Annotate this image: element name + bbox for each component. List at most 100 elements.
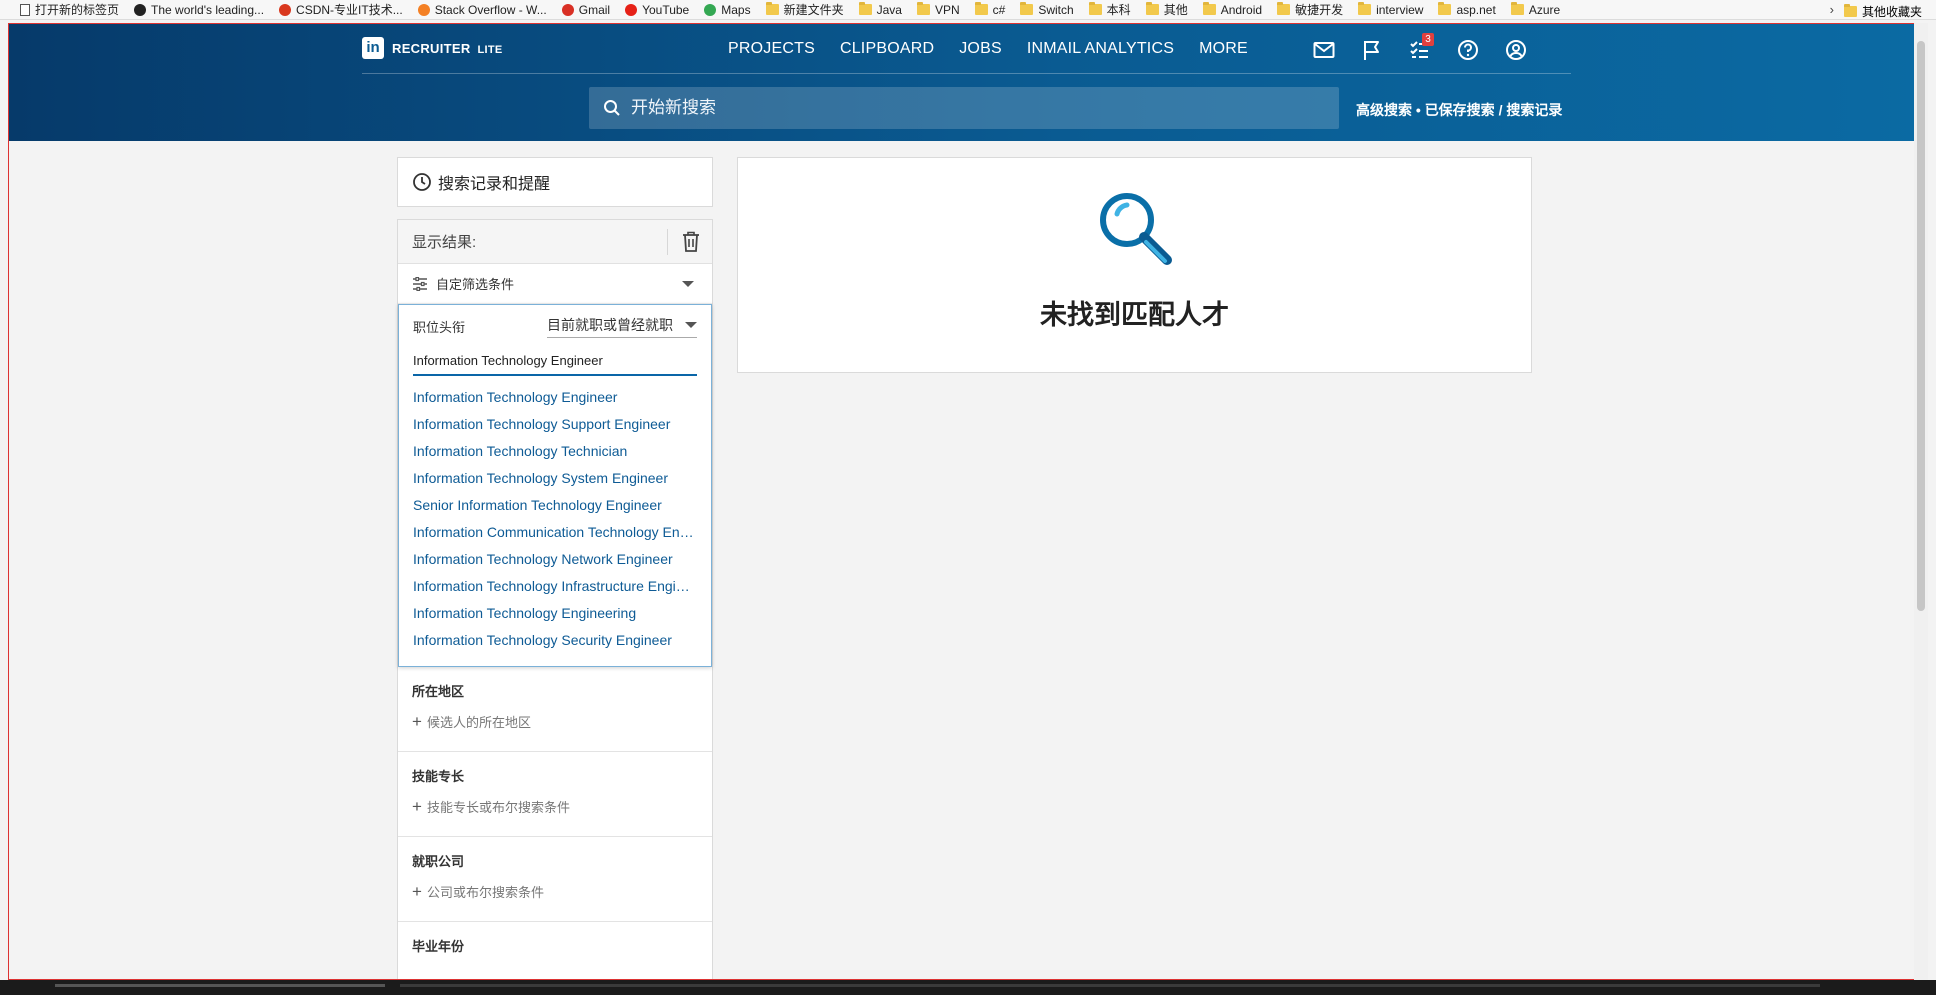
suggestion-item[interactable]: Information Technology Technician: [413, 438, 697, 465]
bookmark-item[interactable]: 新建文件夹: [765, 1, 844, 18]
filter-company-title: 就职公司: [412, 854, 465, 869]
advanced-search-link[interactable]: 高级搜索: [1356, 102, 1412, 118]
nav-projects[interactable]: PROJECTS: [728, 40, 815, 58]
nav-clipboard[interactable]: CLIPBOARD: [840, 40, 934, 58]
bookmark-label: The world's leading...: [151, 2, 265, 17]
job-title-input[interactable]: [413, 351, 697, 376]
results-header: 显示结果:: [398, 220, 712, 264]
mail-icon[interactable]: [1309, 38, 1339, 62]
page-icon: [20, 3, 30, 16]
job-title-panel: 职位头衔 目前就职或曾经就职 Information Technology En…: [398, 304, 712, 667]
suggestion-item[interactable]: Information Technology Support Engineer: [413, 411, 697, 438]
flag-icon[interactable]: [1357, 38, 1387, 62]
search-bar[interactable]: [589, 87, 1339, 129]
job-title-scope-select[interactable]: 目前就职或曾经就职: [547, 315, 697, 338]
app-header: in RECRUITER LITE PROJECTS CLIPBOARD JOB…: [9, 24, 1921, 141]
chevron-down-icon: [682, 281, 694, 287]
search-history-button[interactable]: 搜索记录和提醒: [397, 157, 713, 207]
filter-skills: 技能专长 + 技能专长或布尔搜索条件: [398, 752, 712, 837]
bookmark-item[interactable]: Switch: [1020, 2, 1074, 17]
nav-inmail-analytics[interactable]: INMAIL ANALYTICS: [1027, 40, 1174, 58]
job-title-scope-value: 目前就职或曾经就职: [547, 316, 673, 333]
add-location-button[interactable]: + 候选人的所在地区: [412, 712, 698, 731]
folder-icon: [1277, 2, 1291, 15]
bookmark-label: interview: [1376, 2, 1424, 17]
nav-more[interactable]: MORE: [1199, 40, 1248, 58]
bookmark-item[interactable]: c#: [974, 2, 1006, 17]
bookmark-item[interactable]: Gmail: [561, 2, 611, 17]
bookmark-item[interactable]: 敏捷开发: [1277, 1, 1343, 18]
add-company-label: 公司或布尔搜索条件: [426, 885, 544, 900]
bookmark-label: Stack Overflow - W...: [434, 2, 547, 17]
csdn-icon: [279, 3, 292, 16]
tasks-icon[interactable]: 3: [1405, 33, 1435, 62]
bookmark-item[interactable]: interview: [1358, 2, 1424, 17]
suggestion-item[interactable]: Information Technology Engineer: [413, 384, 697, 411]
add-company-button[interactable]: + 公司或布尔搜索条件: [412, 882, 698, 901]
suggestion-item[interactable]: Information Technology Network Engineer: [413, 546, 697, 573]
add-location-label: 候选人的所在地区: [426, 715, 531, 730]
bookmark-item[interactable]: The world's leading...: [134, 3, 264, 17]
folder-icon: [1202, 2, 1216, 15]
search-input[interactable]: [631, 98, 1311, 118]
results-panel: 未找到匹配人才: [737, 157, 1532, 373]
custom-filter-dropdown[interactable]: 自定筛选条件: [398, 264, 712, 304]
bookmark-item[interactable]: Android: [1202, 2, 1263, 17]
chevron-down-icon: [685, 321, 697, 328]
bookmark-label: 新建文件夹: [783, 3, 844, 17]
bookmark-label: Azure: [1528, 2, 1561, 17]
scrollbar-thumb[interactable]: [1917, 41, 1925, 611]
other-bookmarks[interactable]: 其他收藏夹: [1843, 3, 1922, 20]
bookmark-label: CSDN-专业IT技术...: [296, 3, 403, 17]
suggestion-item[interactable]: Information Technology System Engineer: [413, 465, 697, 492]
bookmark-label: Switch: [1038, 2, 1074, 17]
suggestion-item[interactable]: Information Technology Engineering: [413, 600, 697, 627]
filter-company: 就职公司 + 公司或布尔搜索条件: [398, 837, 712, 922]
filters-sidebar: 搜索记录和提醒 显示结果: 自定筛选条件 职位头衔 目前就职或曾经就职 Info…: [397, 157, 713, 979]
folder-icon: [1145, 2, 1159, 15]
bookmark-item[interactable]: VPN: [916, 2, 960, 17]
filter-skills-title: 技能专长: [412, 769, 465, 784]
bookmark-item[interactable]: Java: [858, 2, 902, 17]
profile-icon[interactable]: [1501, 38, 1531, 62]
bookmark-label: Android: [1220, 2, 1263, 17]
bookmark-item[interactable]: Stack Overflow - W...: [417, 2, 547, 17]
bookmark-item[interactable]: Maps: [704, 3, 751, 17]
bookmarks-more-chevron-icon[interactable]: ›: [1830, 2, 1834, 17]
search-links: 高级搜索 • 已保存搜索 / 搜索记录: [1356, 100, 1562, 120]
bookmark-item[interactable]: asp.net: [1438, 2, 1496, 17]
folder-icon: [858, 2, 872, 15]
job-title-label: 职位头衔: [413, 319, 466, 335]
nav-jobs[interactable]: JOBS: [959, 40, 1002, 58]
suggestion-item[interactable]: Senior Information Technology Engineer: [413, 492, 697, 519]
bookmark-label: Gmail: [578, 2, 611, 17]
bookmark-item[interactable]: 其他: [1145, 1, 1188, 18]
bookmark-item[interactable]: CSDN-专业IT技术...: [279, 1, 403, 18]
saved-searches-link[interactable]: 已保存搜索: [1425, 102, 1495, 118]
trash-icon[interactable]: [682, 231, 700, 256]
filter-graduation-year-title: 毕业年份: [412, 939, 465, 954]
bookmark-label: c#: [992, 2, 1006, 17]
suggestion-item[interactable]: Information Technology Infrastructure En…: [413, 573, 697, 600]
maps-icon: [704, 3, 717, 16]
search-links-slash: /: [1498, 102, 1503, 118]
add-skills-label: 技能专长或布尔搜索条件: [426, 800, 570, 815]
add-skills-button[interactable]: + 技能专长或布尔搜索条件: [412, 797, 698, 816]
results-label: 显示结果:: [412, 234, 477, 251]
bookmark-label: 其他: [1163, 3, 1188, 17]
suggestion-item[interactable]: Information Technology Security Engineer: [413, 627, 697, 654]
bookmark-item[interactable]: 本科: [1088, 1, 1131, 18]
page-scrollbar[interactable]: [1914, 23, 1928, 980]
bookmark-item[interactable]: Azure: [1510, 2, 1561, 17]
folder-icon: [974, 2, 988, 15]
help-icon[interactable]: [1453, 38, 1483, 62]
header-top-row: in RECRUITER LITE PROJECTS CLIPBOARD JOB…: [362, 24, 1571, 74]
suggestion-item[interactable]: Information Communication Technology Eng…: [413, 519, 697, 546]
plus-icon: +: [412, 882, 422, 901]
other-bookmarks-label: 其他收藏夹: [1861, 5, 1922, 19]
search-history-link[interactable]: 搜索记录: [1506, 102, 1562, 118]
bookmark-item[interactable]: YouTube: [625, 3, 689, 17]
bookmark-label: 打开新的标签页: [35, 3, 120, 17]
bookmark-item[interactable]: 打开新的标签页: [20, 1, 119, 18]
search-history-label: 搜索记录和提醒: [438, 176, 551, 193]
